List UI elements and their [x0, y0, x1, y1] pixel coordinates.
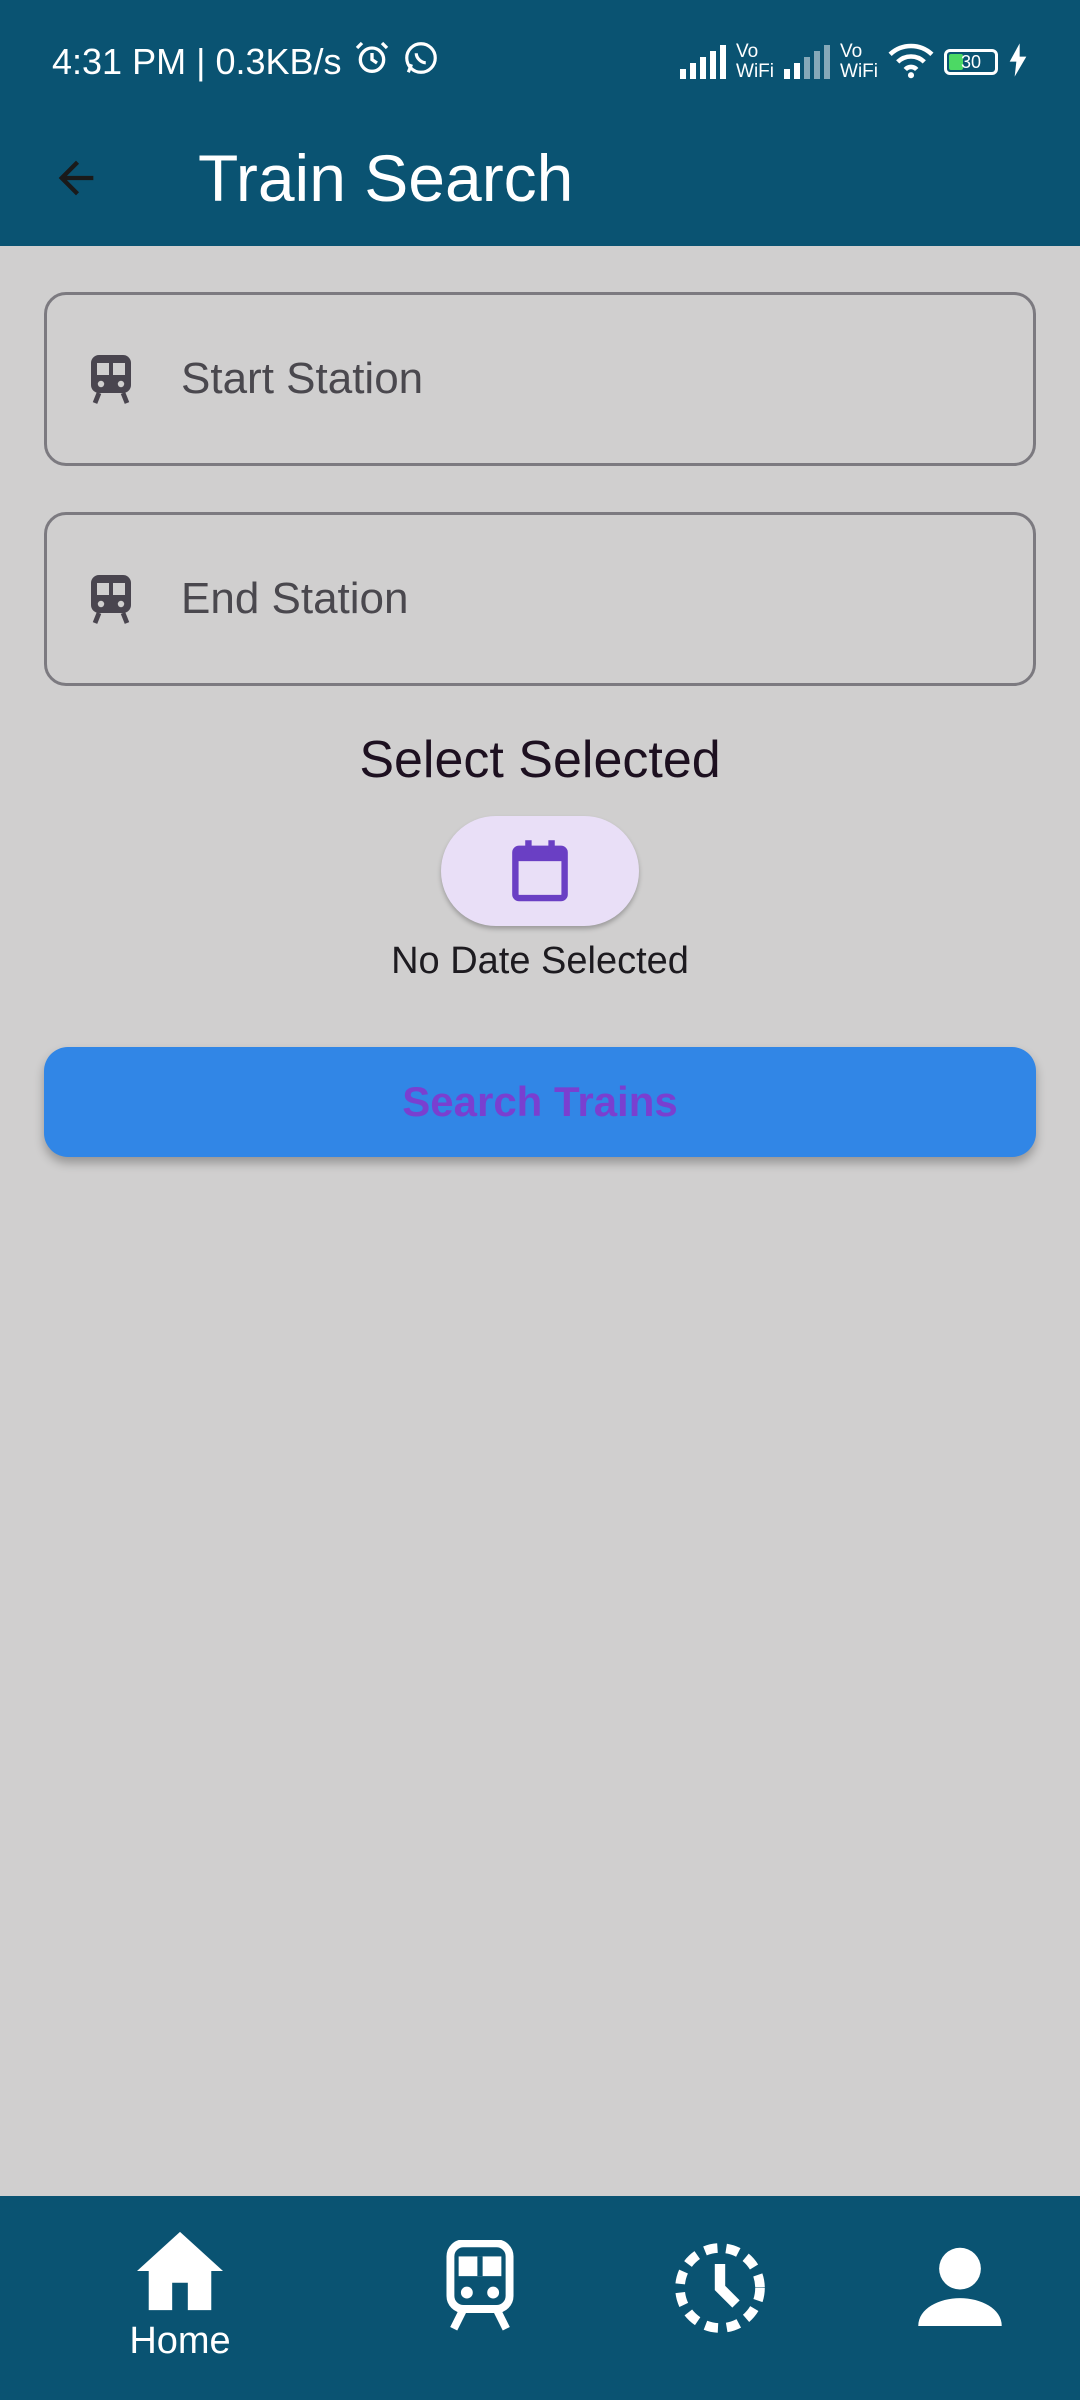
home-icon [137, 2231, 223, 2311]
charging-icon [1008, 42, 1028, 82]
selected-date-text: No Date Selected [391, 940, 689, 982]
end-station-field[interactable] [44, 512, 1036, 686]
back-arrow-icon [58, 160, 94, 196]
battery-level: 30 [960, 52, 982, 72]
train-icon [85, 571, 137, 627]
date-picker-button[interactable] [441, 816, 639, 926]
train-icon [446, 2240, 514, 2331]
battery-icon: 30 [944, 49, 998, 75]
select-date-label: Select Selected [359, 731, 721, 789]
person-icon [918, 2247, 1002, 2326]
nav-item-trains[interactable] [400, 2196, 560, 2400]
wifi-icon [888, 41, 934, 84]
train-icon [85, 351, 137, 407]
nav-label-home: Home [129, 2320, 231, 2362]
page-title: Train Search [198, 141, 574, 215]
vowifi-label: Vo WiFi [736, 41, 775, 82]
history-icon [675, 2243, 765, 2333]
nav-item-home[interactable]: Home [90, 2196, 270, 2400]
signal-icon [680, 45, 727, 79]
status-network-speed: 0.3KB/s [215, 41, 342, 82]
calendar-icon [512, 840, 568, 902]
start-station-field[interactable] [44, 292, 1036, 466]
start-station-input[interactable] [179, 353, 983, 405]
back-button[interactable] [40, 142, 112, 214]
status-bar-left: 4:31 PM | 0.3KB/s [52, 34, 440, 90]
whatsapp-icon [402, 39, 440, 86]
status-bar: 4:31 PM | 0.3KB/s Vo WiFi Vo WiFi 30 [0, 0, 1080, 122]
status-separator: | [196, 41, 206, 82]
alarm-icon [352, 38, 392, 87]
nav-item-history[interactable] [640, 2196, 800, 2400]
signal-icon [784, 45, 831, 79]
end-station-input[interactable] [179, 573, 983, 625]
bottom-navigation: Home [0, 2196, 1080, 2400]
search-trains-button[interactable]: Search Trains [44, 1047, 1036, 1157]
nav-item-profile[interactable] [880, 2196, 1040, 2400]
status-time: 4:31 PM [52, 41, 187, 82]
vowifi-label: Vo WiFi [840, 41, 878, 82]
status-bar-right: Vo WiFi Vo WiFi 30 [680, 34, 1028, 90]
app-bar: Train Search [0, 122, 1080, 246]
